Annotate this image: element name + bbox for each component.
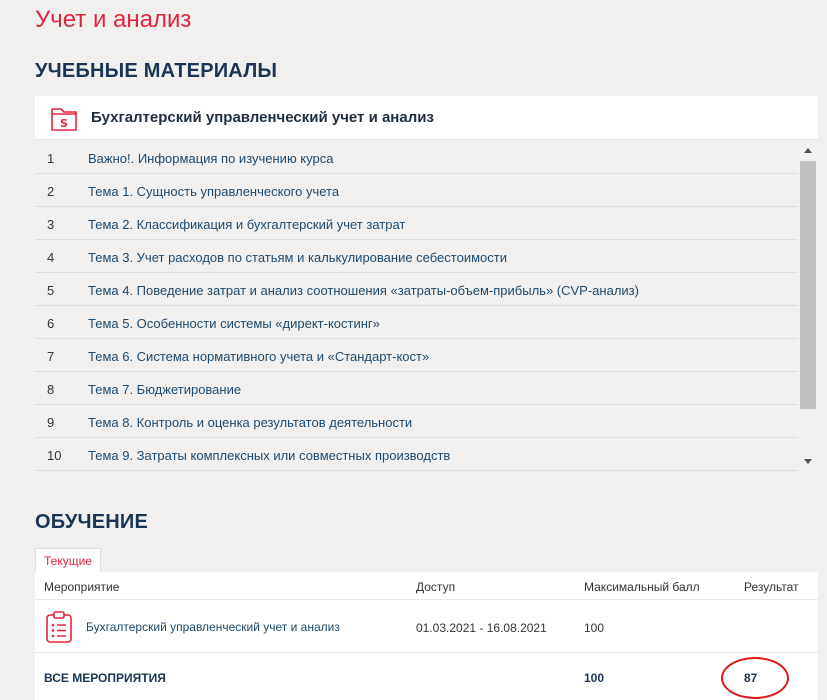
scroll-down-arrow-icon[interactable] xyxy=(804,459,812,464)
topic-link[interactable]: Тема 7. Бюджетирование xyxy=(88,382,241,397)
page-title: Учет и анализ xyxy=(35,6,192,33)
topic-row[interactable]: 5 Тема 4. Поведение затрат и анализ соотн… xyxy=(35,273,798,306)
topic-number: 3 xyxy=(47,217,55,232)
column-header-event: Мероприятие xyxy=(44,580,120,594)
topic-row[interactable]: 4 Тема 3. Учет расходов по статьям и каль… xyxy=(35,240,798,273)
topic-row[interactable]: 1 Важно!. Информация по изучению курса xyxy=(35,141,798,174)
course-name[interactable]: Бухгалтерский управленческий учет и анал… xyxy=(91,109,434,126)
scroll-thumb[interactable] xyxy=(800,161,816,409)
topic-number: 10 xyxy=(47,448,62,463)
topics-scrollbar[interactable] xyxy=(798,141,818,471)
topic-row[interactable]: 8 Тема 7. Бюджетирование xyxy=(35,372,798,405)
topic-number: 1 xyxy=(47,151,55,166)
topic-number: 7 xyxy=(47,349,55,364)
event-link[interactable]: Бухгалтерский управленческий учет и анал… xyxy=(86,620,340,634)
folder-s-icon: S xyxy=(51,108,77,131)
topic-link[interactable]: Тема 5. Особенности системы «директ-кост… xyxy=(88,316,380,331)
topic-row[interactable]: 9 Тема 8. Контроль и оценка результатов д… xyxy=(35,405,798,438)
scroll-up-arrow-icon[interactable] xyxy=(804,148,812,153)
topic-row[interactable]: 3 Тема 2. Классификация и бухгалтерский у… xyxy=(35,207,798,240)
column-header-access: Доступ xyxy=(416,580,456,594)
topic-number: 8 xyxy=(47,382,55,397)
event-access-dates: 01.03.2021 - 16.08.2021 xyxy=(416,621,547,635)
topic-row[interactable]: 10 Тема 9. Затраты комплексных или совмес… xyxy=(35,438,798,471)
row-divider xyxy=(35,652,818,653)
topic-link[interactable]: Важно!. Информация по изучению курса xyxy=(88,151,333,166)
topic-row[interactable]: 2 Тема 1. Сущность управленческого учета xyxy=(35,174,798,207)
materials-heading: УЧЕБНЫЕ МАТЕРИАЛЫ xyxy=(35,60,278,82)
topic-number: 2 xyxy=(47,184,55,199)
topic-link[interactable]: Тема 1. Сущность управленческого учета xyxy=(88,184,339,199)
learning-heading: ОБУЧЕНИЕ xyxy=(35,511,149,533)
clipboard-list-icon xyxy=(46,611,72,643)
topic-number: 4 xyxy=(47,250,55,265)
event-max-score: 100 xyxy=(584,621,605,635)
column-header-result: Результат xyxy=(744,580,799,594)
learning-table: Мероприятие Доступ Максимальный балл Рез… xyxy=(35,572,818,700)
course-card[interactable]: S Бухгалтерский управленческий учет и ан… xyxy=(35,96,818,140)
topic-row[interactable]: 6 Тема 5. Особенности системы «директ-кос… xyxy=(35,306,798,339)
tab-current[interactable]: Текущие xyxy=(35,548,101,572)
svg-text:S: S xyxy=(60,117,68,130)
column-header-max-score: Максимальный балл xyxy=(584,580,700,594)
topic-link[interactable]: Тема 2. Классификация и бухгалтерский уч… xyxy=(88,217,405,232)
total-label: ВСЕ МЕРОПРИЯТИЯ xyxy=(44,671,166,685)
topics-list: 1 Важно!. Информация по изучению курса 2 Те… xyxy=(35,141,798,471)
header-divider xyxy=(35,599,818,600)
topic-link[interactable]: Тема 6. Система нормативного учета и «Ст… xyxy=(88,349,429,364)
total-max-score: 100 xyxy=(584,671,605,685)
topic-link[interactable]: Тема 3. Учет расходов по статьям и кальк… xyxy=(88,250,507,265)
topic-number: 6 xyxy=(47,316,55,331)
topic-link[interactable]: Тема 9. Затраты комплексных или совместн… xyxy=(88,448,450,463)
result-highlight-circle xyxy=(721,657,789,699)
topic-number: 9 xyxy=(47,415,55,430)
topic-link[interactable]: Тема 4. Поведение затрат и анализ соотно… xyxy=(88,283,639,298)
topic-number: 5 xyxy=(47,283,55,298)
topic-link[interactable]: Тема 8. Контроль и оценка результатов де… xyxy=(88,415,412,430)
topic-row[interactable]: 7 Тема 6. Система нормативного учета и «С… xyxy=(35,339,798,372)
topics-list-container: 1 Важно!. Информация по изучению курса 2 Те… xyxy=(35,141,818,471)
